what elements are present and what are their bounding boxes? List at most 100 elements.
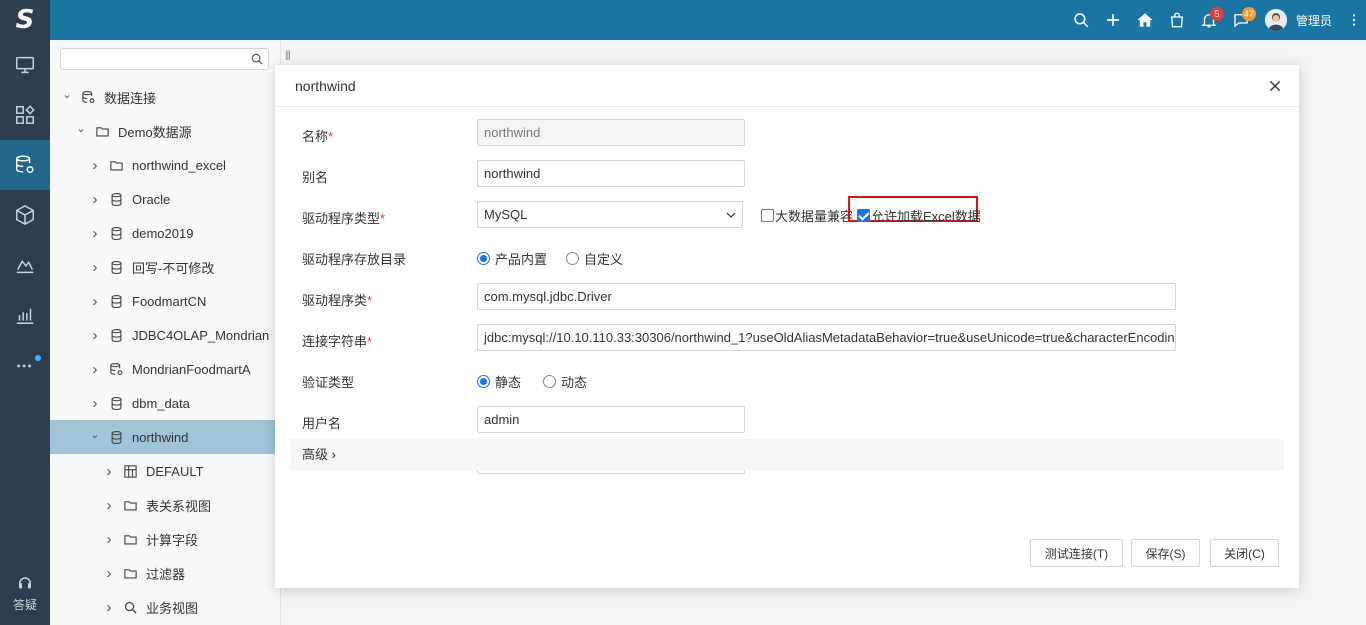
db-settings-icon	[80, 89, 96, 105]
notifications-button[interactable]: 5	[1193, 0, 1225, 40]
plus-icon	[1106, 14, 1119, 26]
close-icon[interactable]	[1267, 78, 1283, 94]
tree-item[interactable]: › northwind_excel	[50, 148, 281, 182]
tree-item[interactable]: › MondrianFoodmartA	[50, 352, 281, 386]
chevron-right-icon[interactable]: ›	[88, 361, 102, 378]
conn-string-input[interactable]: jdbc:mysql://10.10.110.33:30306/northwin…	[477, 324, 1176, 351]
driver-dir-radio-custom[interactable]: 自定义	[566, 249, 623, 268]
store-button[interactable]	[1161, 0, 1193, 40]
rail-item-reports[interactable]	[0, 290, 50, 340]
messages-button[interactable]: 47	[1225, 0, 1257, 40]
alias-input[interactable]: northwind	[477, 160, 745, 187]
add-button[interactable]	[1097, 0, 1129, 40]
radio-dot[interactable]	[566, 252, 579, 265]
driver-dir-radio-builtin[interactable]: 产品内置	[477, 249, 547, 268]
user-name[interactable]: 管理员	[1296, 12, 1332, 29]
tree-item-label: 过滤器	[146, 566, 186, 582]
big-data-compat-checkbox[interactable]: 大数据量兼容	[761, 206, 853, 225]
chevron-right-icon[interactable]: ›	[102, 599, 116, 616]
chevron-right-icon[interactable]: ›	[88, 327, 102, 344]
chevron-down-icon[interactable]: ⌄	[88, 428, 102, 441]
allow-excel-box[interactable]	[857, 209, 870, 222]
rail-item-cube[interactable]	[0, 190, 50, 240]
rail-item-analysis[interactable]	[0, 240, 50, 290]
folder-icon	[122, 497, 138, 513]
avatar[interactable]	[1264, 9, 1287, 31]
field-name-label: 名称*	[302, 129, 334, 144]
tree-item[interactable]: › 业务视图	[50, 590, 281, 624]
chevron-right-icon[interactable]: ›	[88, 157, 102, 174]
field-auth-type-row: 验证类型 静态 动态	[275, 365, 1299, 395]
rail-item-more[interactable]	[0, 340, 50, 390]
test-connection-button[interactable]: 测试连接(T)	[1030, 539, 1123, 567]
tree-search-input[interactable]	[60, 48, 269, 70]
save-button[interactable]: 保存(S)	[1131, 539, 1200, 567]
radio-dot[interactable]	[477, 252, 490, 265]
field-conn-string-label: 连接字符串*	[302, 334, 373, 349]
tree-item[interactable]: › 计算字段	[50, 522, 281, 556]
search-icon[interactable]	[250, 52, 264, 66]
tree-item[interactable]: › DEFAULT	[50, 454, 281, 488]
field-driver-dir-label: 驱动程序存放目录	[302, 252, 407, 267]
more-menu-button[interactable]	[1342, 0, 1366, 40]
chevron-right-icon[interactable]: ›	[102, 497, 116, 514]
driver-type-value: MySQL	[484, 207, 528, 222]
chevron-right-icon[interactable]: ›	[88, 259, 102, 276]
advanced-toggle[interactable]: 高级 ›	[290, 439, 1284, 470]
field-username-row: 用户名 admin	[275, 406, 1299, 436]
chevron-right-icon[interactable]: ›	[88, 293, 102, 310]
auth-radio-dynamic[interactable]: 动态	[543, 372, 587, 391]
panel-splitter-handle[interactable]: |||	[285, 50, 291, 61]
tree-item-label: 回写-不可修改	[132, 260, 215, 276]
close-button[interactable]: 关闭(C)	[1210, 539, 1279, 567]
search-icon	[122, 599, 138, 615]
big-data-compat-label: 大数据量兼容	[775, 209, 854, 224]
field-alias-label: 别名	[302, 170, 329, 185]
field-driver-class-label: 驱动程序类*	[302, 293, 373, 308]
bag-icon	[1171, 12, 1183, 28]
app-logo[interactable]: S	[0, 0, 50, 40]
name-input[interactable]: northwind	[477, 119, 745, 146]
radio-dot[interactable]	[477, 375, 490, 388]
chevron-right-icon[interactable]: ›	[88, 191, 102, 208]
tree-item-label: 表关系视图	[146, 498, 212, 514]
help-button[interactable]: 答疑	[0, 575, 50, 613]
tree-item[interactable]: › 回写-不可修改	[50, 250, 281, 284]
driver-type-select[interactable]: MySQL	[477, 201, 743, 228]
chevron-right-icon[interactable]: ›	[102, 463, 116, 480]
field-driver-dir-row: 驱动程序存放目录 产品内置 自定义	[275, 242, 1299, 272]
tree-item[interactable]: › 过滤器	[50, 556, 281, 590]
big-data-compat-box[interactable]	[761, 209, 774, 222]
tree-item[interactable]: ⌄ northwind	[50, 420, 281, 454]
rail-item-dashboard[interactable]	[0, 40, 50, 90]
username-input[interactable]: admin	[477, 406, 745, 433]
folder-icon	[122, 531, 138, 547]
chevron-right-icon[interactable]: ›	[88, 225, 102, 242]
chevron-right-icon[interactable]: ›	[88, 395, 102, 412]
tree-item[interactable]: › dbm_data	[50, 386, 281, 420]
rail-item-data-connection[interactable]	[0, 140, 50, 190]
tree-item-label: JDBC4OLAP_Mondrian	[132, 327, 270, 343]
tree-item[interactable]: › FoodmartCN	[50, 284, 281, 318]
driver-class-input[interactable]: com.mysql.jdbc.Driver	[477, 283, 1176, 310]
chevron-down-icon[interactable]: ⌄	[60, 88, 74, 101]
tree-item[interactable]: ⌄ Demo数据源	[50, 114, 281, 148]
chevron-right-icon[interactable]: ›	[102, 565, 116, 582]
tree-item[interactable]: › demo2019	[50, 216, 281, 250]
allow-excel-checkbox[interactable]: 允许加载Excel数据	[857, 206, 981, 225]
search-icon	[1074, 13, 1089, 28]
chevron-down-icon[interactable]: ⌄	[74, 122, 88, 135]
tree-item[interactable]: › 表关系视图	[50, 488, 281, 522]
chevron-right-icon[interactable]: ›	[102, 531, 116, 548]
schema-icon	[122, 463, 138, 479]
rail-item-components[interactable]	[0, 90, 50, 140]
search-button[interactable]	[1065, 0, 1097, 40]
home-button[interactable]	[1129, 0, 1161, 40]
blocks-icon	[16, 105, 35, 124]
tree-item[interactable]: › JDBC4OLAP_Mondrian	[50, 318, 281, 352]
auth-radio-static[interactable]: 静态	[477, 372, 521, 391]
database-icon	[108, 395, 124, 411]
radio-dot[interactable]	[543, 375, 556, 388]
tree-item[interactable]: ⌄ 数据连接	[50, 80, 281, 114]
tree-item[interactable]: › Oracle	[50, 182, 281, 216]
